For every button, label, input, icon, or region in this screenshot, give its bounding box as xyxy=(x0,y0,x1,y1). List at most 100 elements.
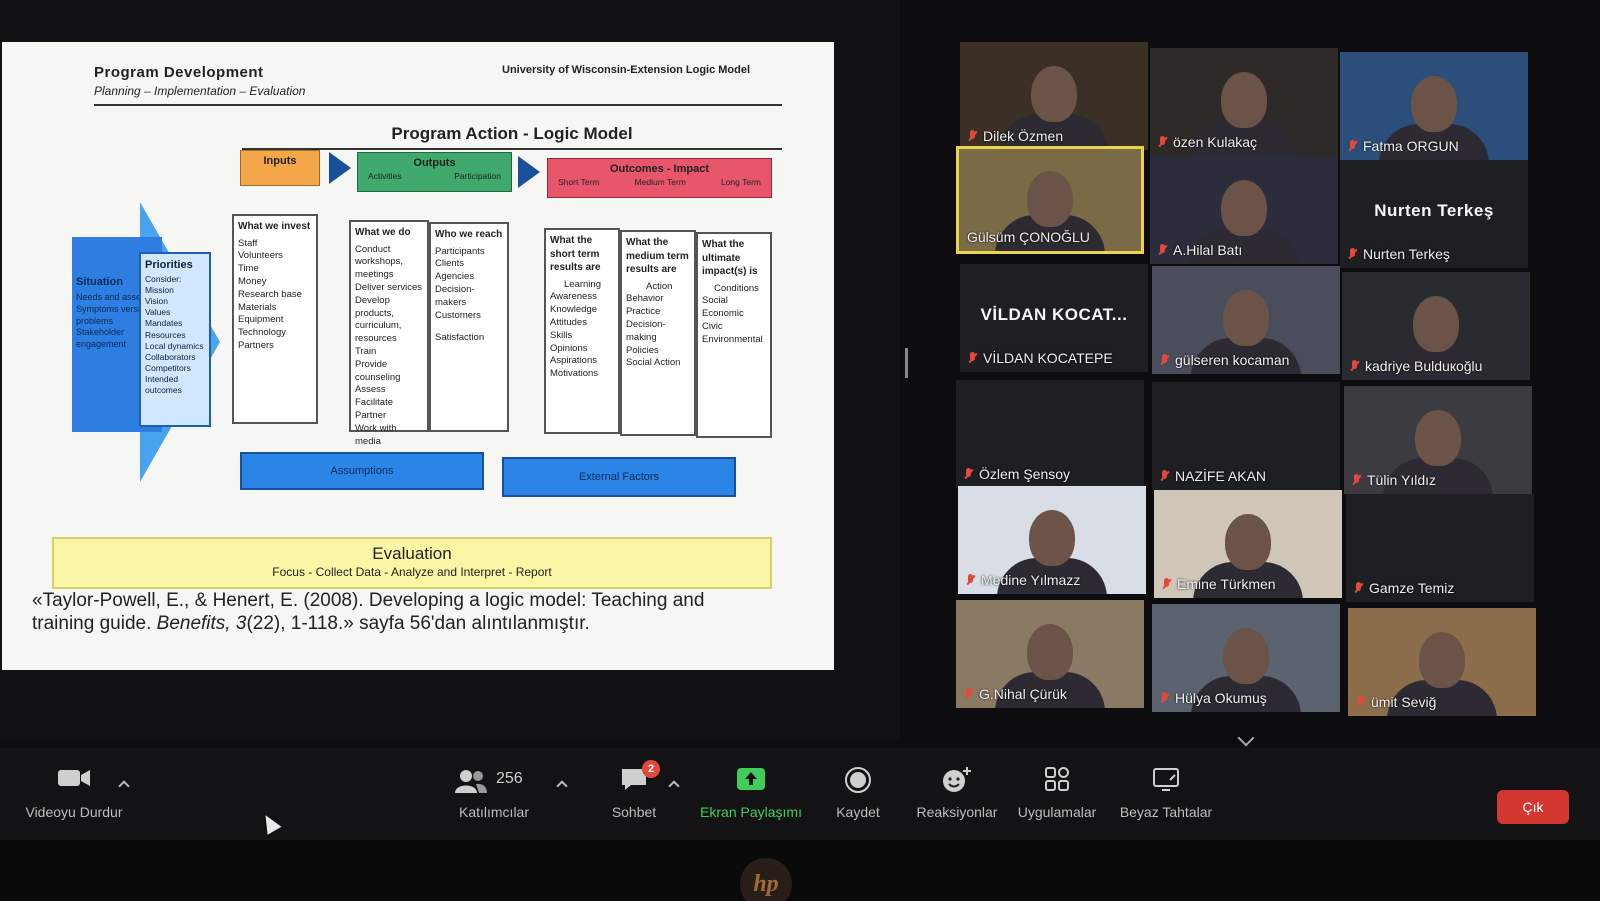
participants-options-caret-icon[interactable] xyxy=(556,780,568,792)
smiley-plus-icon xyxy=(941,766,973,796)
priorities-box: Priorities Consider: Mission Vision Valu… xyxy=(139,252,211,427)
long-term-item: Conditions xyxy=(714,282,759,294)
participant-name: VİLDAN KOCATEPE xyxy=(983,350,1113,366)
muted-mic-icon xyxy=(1158,243,1167,257)
participant-name: Gamze Temiz xyxy=(1369,580,1455,596)
what-we-do-box: What we do Conduct workshops, meetings D… xyxy=(349,220,429,447)
participant-tile[interactable]: Dilek Özmen xyxy=(960,42,1148,150)
participant-name: Nurten Terkeş xyxy=(1363,246,1450,262)
what-we-do-item: Train xyxy=(355,346,377,357)
participant-tile[interactable]: Fatma ORGUN xyxy=(1340,52,1528,160)
who-we-reach-item: Participants xyxy=(435,245,485,257)
long-term-item: Civic xyxy=(702,320,723,332)
participants-label: Katılımcılar xyxy=(458,804,529,820)
participant-name-label: Medine Yılmazz xyxy=(966,572,1080,588)
participant-face xyxy=(1225,513,1271,570)
reactions-button[interactable]: Reaksiyonlar xyxy=(912,766,1002,820)
invest-item: Money xyxy=(238,275,267,287)
muted-mic-icon xyxy=(1160,469,1169,483)
participant-tile[interactable]: özen Kulakaç xyxy=(1150,48,1338,156)
participant-name-label: Fatma ORGUN xyxy=(1348,138,1459,154)
record-button[interactable]: Kaydet xyxy=(828,766,888,820)
priorities-title: Priorities xyxy=(145,259,193,271)
who-we-reach-box: Who we reach Participants Clients Agenci… xyxy=(429,222,509,432)
whiteboards-button[interactable]: Beyaz Tahtalar xyxy=(1116,766,1216,820)
who-we-reach-item: Decision-makers xyxy=(435,283,475,308)
outputs-label: Outputs xyxy=(413,157,456,169)
muted-mic-icon xyxy=(1356,695,1365,709)
long-term-box: What the ultimate impact(s) is Condition… xyxy=(696,232,772,438)
participant-tile[interactable]: Özlem Şensoy xyxy=(956,380,1144,488)
participant-tile[interactable]: Gamze Temiz xyxy=(1346,494,1534,602)
participant-tile[interactable]: Nurten Terkeş Nurten Terkeş xyxy=(1340,160,1528,268)
arrow-right-icon xyxy=(329,152,351,184)
invest-item: Materials xyxy=(238,301,277,313)
shared-screen-area: Program Development Planning – Implement… xyxy=(0,0,900,740)
medium-term-title: What the medium term results are xyxy=(626,237,689,275)
slide-header-title: Program Development xyxy=(94,64,264,81)
chat-unread-badge: 2 xyxy=(642,760,660,778)
priority-item: Consider: xyxy=(145,274,182,285)
invest-item: Research base xyxy=(238,288,302,300)
gallery-scroll-down-icon[interactable] xyxy=(1237,729,1255,747)
slide-divider xyxy=(94,104,782,106)
chat-label: Sohbet xyxy=(611,804,657,820)
invest-item: Equipment xyxy=(238,314,284,326)
who-we-reach-item: Customers xyxy=(435,309,481,321)
short-term-title: What the short term results are xyxy=(550,235,601,273)
participant-name: özen Kulakaç xyxy=(1173,134,1258,150)
invest-title: What we invest xyxy=(238,221,311,232)
participant-name-label: özen Kulakaç xyxy=(1158,134,1257,150)
participant-tile[interactable]: G.Nihal Çürük xyxy=(956,600,1144,708)
priority-item: Collaborators xyxy=(145,351,196,362)
participant-tile[interactable]: VİLDAN KOCAT... VİLDAN KOCATEPE xyxy=(960,264,1148,372)
share-screen-label: Ekran Paylaşımı xyxy=(700,804,802,820)
medium-term-item: Decision-making xyxy=(626,318,666,343)
external-factors-label: External Factors xyxy=(578,471,660,483)
participant-name-label: A.Hilal Batı xyxy=(1158,242,1242,258)
participant-tile[interactable]: kadriye Bulduкoğlu xyxy=(1342,272,1530,380)
participant-face xyxy=(1415,409,1461,466)
leave-meeting-button[interactable]: Çık xyxy=(1497,790,1569,824)
video-camera-icon xyxy=(14,766,134,796)
share-screen-button[interactable]: Ekran Paylaşımı xyxy=(696,766,806,820)
priority-item: Mission xyxy=(145,285,174,296)
participant-name-label: gülseren kocaman xyxy=(1160,352,1289,368)
participant-tile[interactable]: ümit Seviğ xyxy=(1348,608,1536,716)
participants-button[interactable]: 256 Katılımcılar xyxy=(450,766,538,820)
participant-tile[interactable]: Medine Yılmazz xyxy=(958,486,1146,594)
participant-face xyxy=(1029,509,1075,566)
participant-tile[interactable]: gülseren kocaman xyxy=(1152,266,1340,374)
participant-name-label: Tülin Yıldız xyxy=(1352,472,1436,488)
chat-bubble-icon: 2 xyxy=(618,760,660,796)
participant-face xyxy=(1221,179,1267,236)
chat-button[interactable]: 2 Sohbet xyxy=(600,760,668,820)
outcomes-header: Outcomes - Impact Short Term Medium Term L… xyxy=(547,158,772,198)
muted-mic-icon xyxy=(1158,135,1167,149)
medium-term-item: Behavior xyxy=(626,293,664,305)
record-icon xyxy=(843,766,873,796)
apps-button[interactable]: Uygulamalar xyxy=(1012,766,1102,820)
muted-mic-icon xyxy=(1160,691,1169,705)
participant-face xyxy=(1411,75,1457,132)
participant-tile[interactable]: Gülsüm ÇONOĞLU xyxy=(956,146,1144,254)
who-we-reach-item: Satisfaction xyxy=(435,332,485,344)
apps-grid-icon xyxy=(1043,766,1071,796)
participant-tile[interactable]: NAZİFE AKAN xyxy=(1152,382,1340,490)
invest-item: Technology xyxy=(238,327,287,339)
split-view-resize-handle[interactable] xyxy=(905,348,908,378)
stop-video-button[interactable]: Videoyu Durdur xyxy=(14,766,134,820)
slide-divider xyxy=(242,148,782,150)
participant-tile[interactable]: Hülya Okumuş xyxy=(1152,604,1340,712)
invest-item: Partners xyxy=(238,340,274,351)
muted-mic-icon xyxy=(1160,353,1169,367)
record-label: Kaydet xyxy=(836,804,880,820)
whiteboards-label: Beyaz Tahtalar xyxy=(1119,804,1213,820)
participant-tile[interactable]: Emine Türkmen xyxy=(1154,490,1342,598)
participant-tile[interactable]: Tülin Yıldız xyxy=(1344,386,1532,494)
short-term-item: Awareness xyxy=(550,291,597,303)
participant-tile[interactable]: A.Hilal Batı xyxy=(1150,156,1338,264)
chat-options-caret-icon[interactable] xyxy=(668,780,680,792)
what-we-do-item: Partner xyxy=(355,410,387,422)
long-term-item: Economic xyxy=(702,308,744,320)
